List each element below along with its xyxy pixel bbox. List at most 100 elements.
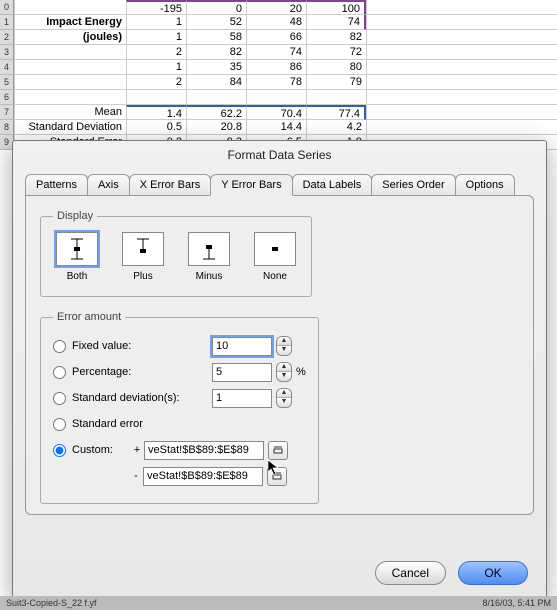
custom-plus-input[interactable]	[144, 441, 264, 460]
cell[interactable]: 20	[246, 0, 306, 15]
sd-input[interactable]	[212, 389, 272, 408]
display-none[interactable]: None	[251, 232, 299, 282]
custom-radio[interactable]	[53, 444, 66, 457]
cell[interactable]: 1	[126, 15, 186, 30]
cell[interactable]	[366, 60, 557, 75]
error-amount-legend: Error amount	[53, 311, 125, 323]
tab-options[interactable]: Options	[455, 174, 515, 196]
cell[interactable]: 0.5	[126, 120, 186, 135]
cell[interactable]	[14, 75, 126, 90]
mean-label[interactable]: Mean	[14, 105, 126, 120]
tab-data-labels[interactable]: Data Labels	[292, 174, 373, 196]
display-legend: Display	[53, 210, 97, 222]
row-header: 6	[0, 90, 14, 105]
custom-minus-range-picker[interactable]	[267, 467, 287, 486]
cell[interactable]	[366, 30, 557, 45]
cancel-button[interactable]: Cancel	[375, 561, 446, 585]
cell[interactable]: 66	[246, 30, 306, 45]
cell[interactable]: 86	[246, 60, 306, 75]
row-header: 2	[0, 30, 14, 45]
cell[interactable]	[366, 120, 557, 135]
row-header: 4	[0, 60, 14, 75]
row-header: 5	[0, 75, 14, 90]
cell[interactable]	[14, 60, 126, 75]
cell[interactable]: 78	[246, 75, 306, 90]
percent-unit: %	[296, 366, 306, 378]
footer-right: 8/16/03, 5:41 PM	[482, 598, 551, 608]
display-both-label: Both	[67, 271, 88, 282]
cell[interactable]	[366, 75, 557, 90]
cell[interactable]: 35	[186, 60, 246, 75]
cell[interactable]: 58	[186, 30, 246, 45]
tab-y-error-bars[interactable]: Y Error Bars	[210, 174, 292, 196]
cell[interactable]	[366, 0, 557, 15]
cell[interactable]: 2	[126, 75, 186, 90]
cell[interactable]	[366, 105, 557, 120]
cell[interactable]: 14.4	[246, 120, 306, 135]
cell[interactable]	[186, 90, 246, 105]
error-bar-minus-icon	[188, 232, 230, 266]
custom-option-label: Custom:	[72, 444, 130, 456]
sd-label[interactable]: Standard Deviation	[14, 120, 126, 135]
tab-patterns[interactable]: Patterns	[25, 174, 88, 196]
range-picker-icon	[273, 445, 283, 455]
cell[interactable]: 48	[246, 15, 306, 30]
display-both[interactable]: Both	[53, 232, 101, 282]
fixed-value-input[interactable]	[212, 337, 272, 356]
cell[interactable]: 62.2	[186, 105, 246, 120]
custom-plus-sign: +	[130, 444, 144, 456]
error-bar-none-icon	[254, 232, 296, 266]
cell[interactable]: 1.4	[126, 105, 186, 120]
cell[interactable]	[14, 90, 126, 105]
tab-axis[interactable]: Axis	[87, 174, 130, 196]
fixed-value-spinner[interactable]: ▲▼	[276, 336, 292, 356]
cell[interactable]: 74	[306, 15, 366, 30]
se-radio[interactable]	[53, 418, 66, 431]
cell[interactable]	[14, 45, 126, 60]
cell[interactable]: 77.4	[306, 105, 366, 120]
cell[interactable]: 82	[186, 45, 246, 60]
cell[interactable]: -195	[126, 0, 186, 15]
cell[interactable]: 79	[306, 75, 366, 90]
sd-radio[interactable]	[53, 392, 66, 405]
cell[interactable]	[306, 90, 366, 105]
percentage-radio[interactable]	[53, 366, 66, 379]
error-bar-both-icon	[56, 232, 98, 266]
display-plus-label: Plus	[133, 271, 152, 282]
cell[interactable]	[366, 90, 557, 105]
tab-series-order[interactable]: Series Order	[371, 174, 455, 196]
ok-button[interactable]: OK	[458, 561, 528, 585]
cell[interactable]: 1	[126, 60, 186, 75]
percentage-input[interactable]	[212, 363, 272, 382]
cell[interactable]: 2	[126, 45, 186, 60]
display-minus[interactable]: Minus	[185, 232, 233, 282]
percentage-spinner[interactable]: ▲▼	[276, 362, 292, 382]
impact-energy-label[interactable]: Impact Energy	[14, 15, 126, 30]
fixed-value-radio[interactable]	[53, 340, 66, 353]
range-picker-icon	[272, 471, 282, 481]
cell[interactable]: 1	[126, 30, 186, 45]
cell[interactable]: 72	[306, 45, 366, 60]
cell[interactable]	[366, 15, 557, 30]
cell[interactable]: 84	[186, 75, 246, 90]
display-plus[interactable]: Plus	[119, 232, 167, 282]
cell[interactable]: 80	[306, 60, 366, 75]
cell[interactable]: 82	[306, 30, 366, 45]
cell[interactable]: 74	[246, 45, 306, 60]
cell[interactable]	[366, 45, 557, 60]
custom-minus-sign: -	[129, 470, 143, 482]
cell[interactable]	[246, 90, 306, 105]
cell-blank[interactable]	[14, 0, 126, 15]
custom-minus-input[interactable]	[143, 467, 263, 486]
cell[interactable]: 4.2	[306, 120, 366, 135]
cell[interactable]: 0	[186, 0, 246, 15]
custom-plus-range-picker[interactable]	[268, 441, 288, 460]
impact-energy-label2[interactable]: (joules)	[14, 30, 126, 45]
cell[interactable]: 52	[186, 15, 246, 30]
cell[interactable]: 20.8	[186, 120, 246, 135]
cell[interactable]: 100	[306, 0, 366, 15]
tab-x-error-bars[interactable]: X Error Bars	[129, 174, 212, 196]
sd-spinner[interactable]: ▲▼	[276, 388, 292, 408]
cell[interactable]	[126, 90, 186, 105]
cell[interactable]: 70.4	[246, 105, 306, 120]
